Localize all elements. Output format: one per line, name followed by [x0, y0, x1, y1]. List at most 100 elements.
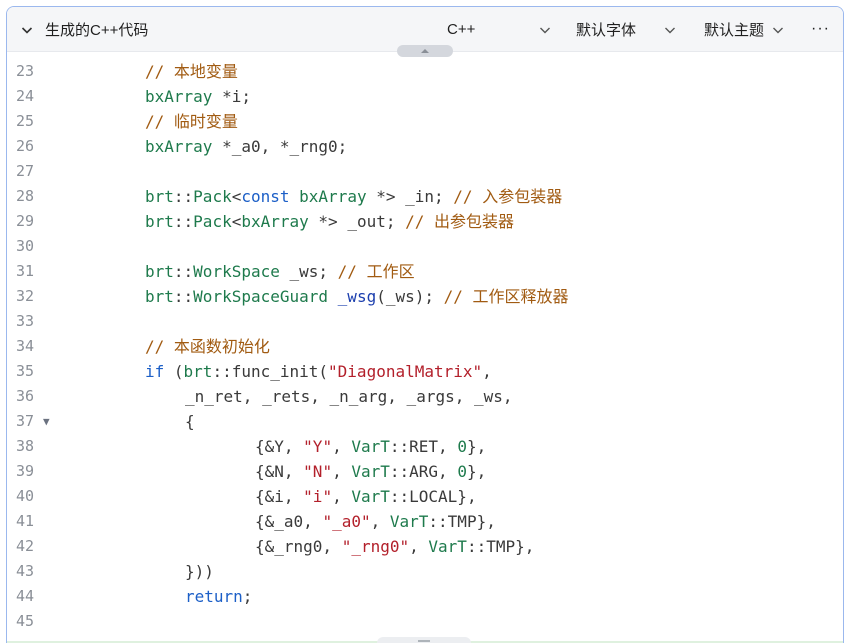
code-token: , [332, 487, 352, 506]
code-token: {&_rng0, [255, 537, 342, 556]
code-line: 42 {&_rng0, "_rng0", VarT::TMP}, [7, 534, 843, 559]
code-token: VarT [351, 462, 390, 481]
code-line: 40 {&i, "i", VarT::LOCAL}, [7, 484, 843, 509]
code-text: brt::WorkSpace _ws; // 工作区 [145, 259, 415, 284]
line-number: 44 [15, 587, 34, 605]
code-token: ::func_init( [212, 362, 329, 381]
code-token: Pack [193, 212, 232, 231]
code-line: 31 brt::WorkSpace _ws; // 工作区 [7, 259, 843, 284]
code-token: "_a0" [322, 512, 371, 531]
code-token: , [482, 362, 492, 381]
chevron-down-icon [539, 24, 551, 34]
language-value: C++ [447, 20, 476, 38]
code-token: VarT [351, 487, 390, 506]
code-text: brt::Pack<const bxArray *> _in; // 入参包装器 [145, 184, 562, 209]
code-line: 28 brt::Pack<const bxArray *> _in; // 入参包… [7, 184, 843, 209]
line-number: 35 [15, 362, 34, 380]
code-token: , [332, 437, 352, 456]
code-token: *_a0, *_rng0; [212, 137, 348, 156]
code-line: 24 bxArray *i; [7, 84, 843, 109]
code-token: // 本函数初始化 [145, 337, 270, 356]
code-token: brt [145, 262, 174, 281]
code-token: :: [173, 212, 194, 231]
code-token: VarT [389, 512, 429, 531]
code-token: _ws; [279, 262, 338, 281]
line-number: 38 [15, 437, 34, 455]
line-number: 37 [15, 412, 34, 430]
chevron-down-icon [21, 24, 33, 34]
collapse-toggle[interactable]: 生成的C++代码 [21, 7, 148, 51]
line-number: 33 [15, 312, 34, 330]
code-line: 43})) [7, 559, 843, 584]
code-token: :: [173, 187, 194, 206]
line-number: 32 [15, 287, 34, 305]
code-token: ( [164, 362, 184, 381]
more-button[interactable]: ··· [811, 7, 830, 51]
code-line: 26 bxArray *_a0, *_rng0; [7, 134, 843, 159]
code-token: bxArray [145, 137, 213, 156]
code-line: 34 // 本函数初始化 [7, 334, 843, 359]
line-number: 42 [15, 537, 34, 555]
code-token: const [241, 187, 290, 206]
theme-value: 默认主题 [704, 21, 765, 39]
code-line: 25 // 临时变量 [7, 109, 843, 134]
more-icon: ··· [811, 20, 830, 37]
theme-select[interactable]: 默认主题 [704, 7, 784, 51]
code-token: _n_ret, _rets, _n_arg, _args, _ws, [185, 387, 513, 406]
code-token: return [185, 587, 243, 606]
line-number: 39 [15, 462, 34, 480]
line-number: 45 [15, 612, 34, 630]
collapse-handle[interactable] [397, 45, 453, 57]
code-token: 0 [457, 437, 467, 456]
code-line: 29 brt::Pack<bxArray *> _out; // 出参包装器 [7, 209, 843, 234]
code-token: :: [173, 287, 194, 306]
code-token: Pack [193, 187, 232, 206]
code-token: , [370, 512, 390, 531]
code-token: // 工作区释放器 [443, 287, 569, 306]
code-token: < [231, 187, 242, 206]
line-number: 36 [15, 387, 34, 405]
font-select[interactable]: 默认字体 [576, 7, 676, 51]
code-text: {&_a0, "_a0", VarT::TMP}, [255, 509, 496, 534]
code-editor[interactable]: 23 // 本地变量 24 bxArray *i; 25 // 临时变量 26 bxArray… [7, 57, 843, 643]
code-token: {&N, [255, 462, 304, 481]
line-number: 24 [15, 87, 34, 105]
line-number: 34 [15, 337, 34, 355]
code-token: ::ARG, [389, 462, 458, 481]
code-text: // 本函数初始化 [145, 334, 270, 359]
fold-arrow-icon[interactable]: ▼ [43, 409, 55, 434]
code-token: // 临时变量 [145, 112, 238, 131]
code-token: brt [183, 362, 213, 381]
code-token: (_ws); [376, 287, 444, 306]
language-select[interactable]: C++ [447, 7, 551, 51]
line-number: 31 [15, 262, 34, 280]
code-line: 45 [7, 609, 843, 634]
code-text: _n_ret, _rets, _n_arg, _args, _ws, [185, 384, 513, 409]
code-text: { [185, 409, 195, 434]
code-token: , [332, 462, 352, 481]
code-token: bxArray [145, 87, 213, 106]
code-token: *> _out; [308, 212, 406, 231]
code-line: 36 _n_ret, _rets, _n_arg, _args, _ws, [7, 384, 843, 409]
line-number: 26 [15, 137, 34, 155]
resize-handle[interactable] [377, 637, 471, 643]
code-line: 33 [7, 309, 843, 334]
code-token: *i; [212, 87, 251, 106]
code-token: "DiagonalMatrix" [328, 362, 483, 381]
code-token: if [145, 362, 165, 381]
line-number: 41 [15, 512, 34, 530]
code-line: 44 return; [7, 584, 843, 609]
code-text: if (brt::func_init("DiagonalMatrix", [145, 359, 492, 384]
code-text: {&Y, "Y", VarT::RET, 0}, [255, 434, 486, 459]
code-text: bxArray *_a0, *_rng0; [145, 134, 347, 159]
code-text: {&N, "N", VarT::ARG, 0}, [255, 459, 486, 484]
code-line: 32 brt::WorkSpaceGuard _wsg(_ws); // 工作区释… [7, 284, 843, 309]
code-token: ::RET, [389, 437, 458, 456]
code-token: {&Y, [255, 437, 304, 456]
code-panel: 生成的C++代码 C++ 默认字体 默认主题 ··· 23 // 本地变量 24… [6, 6, 844, 643]
code-token: brt [145, 212, 174, 231]
code-token: bxArray [241, 212, 309, 231]
code-token: brt [145, 187, 174, 206]
code-line: 39 {&N, "N", VarT::ARG, 0}, [7, 459, 843, 484]
